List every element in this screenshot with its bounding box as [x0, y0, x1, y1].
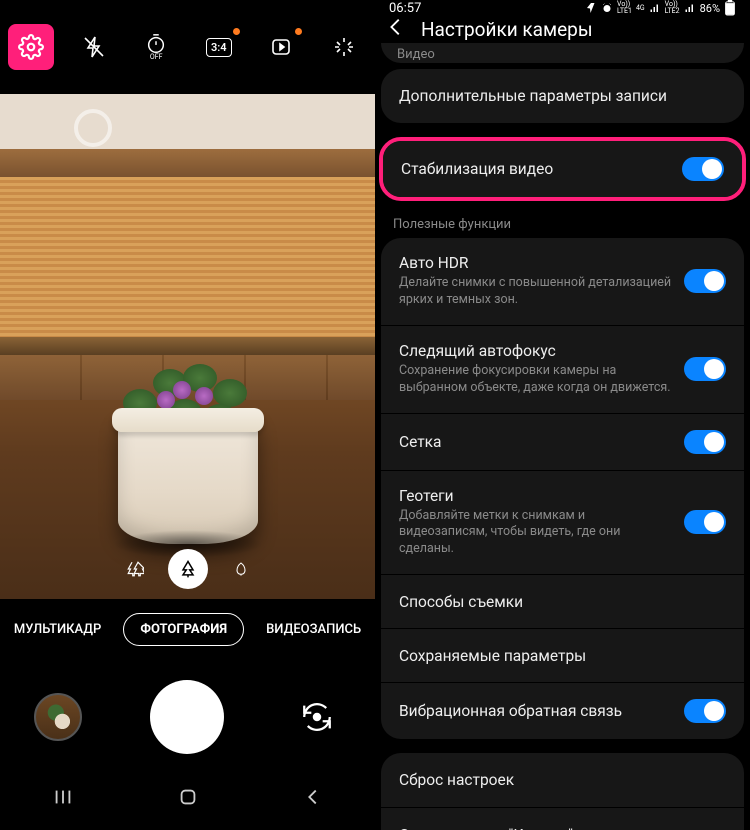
row-shooting-methods[interactable]: Способы съемки — [381, 574, 744, 628]
status-icons: Vo))LTE1 4G Vo))LTE2 86% — [585, 0, 736, 16]
zoom-wide[interactable] — [168, 549, 208, 589]
chevron-left-icon — [385, 16, 407, 38]
filters-icon — [332, 35, 356, 59]
row-title: Геотеги — [399, 487, 672, 505]
tree-icon — [126, 560, 144, 578]
back-icon — [302, 786, 324, 808]
toggle-haptic[interactable] — [684, 699, 726, 723]
toggle-grid[interactable] — [684, 430, 726, 454]
home-icon — [177, 786, 199, 808]
shutter-row — [0, 659, 375, 774]
camera-panel: OFF 3:4 — [0, 0, 375, 830]
leaf-icon — [233, 561, 249, 577]
nav-home[interactable] — [177, 786, 199, 812]
tree-icon — [178, 559, 198, 579]
row-video-stabilization[interactable]: Стабилизация видео — [383, 141, 742, 197]
toggle-tracking-af[interactable] — [684, 357, 726, 381]
row-title: Стабилизация видео — [401, 160, 670, 178]
zoom-selector — [120, 549, 256, 589]
settings-list[interactable]: Видео Дополнительные параметры записи Ст… — [375, 43, 750, 830]
toggle-geotags[interactable] — [684, 510, 726, 534]
zoom-tele[interactable] — [226, 554, 256, 584]
row-about[interactable]: О приложении "Камера" — [381, 807, 744, 830]
row-title: Сохраняемые параметры — [399, 647, 726, 665]
camera-top-toolbar: OFF 3:4 — [0, 0, 375, 94]
flash-button[interactable] — [71, 24, 117, 70]
signal-icon — [649, 2, 661, 14]
row-tracking-af[interactable]: Следящий автофокус Сохранение фокусировк… — [381, 325, 744, 413]
alarm-icon — [601, 2, 613, 14]
shutter-button[interactable] — [150, 680, 224, 754]
row-title: О приложении "Камера" — [399, 826, 726, 830]
gallery-thumbnail[interactable] — [34, 693, 82, 741]
ratio-icon: 3:4 — [206, 38, 232, 57]
motion-photo-icon — [269, 35, 293, 59]
toggle-auto-hdr[interactable] — [684, 269, 726, 293]
viewfinder-scene — [0, 94, 375, 599]
highlight-stabilization: Стабилизация видео — [379, 137, 746, 201]
location-icon — [585, 2, 597, 14]
motion-photo-button[interactable] — [258, 24, 304, 70]
settings-button[interactable] — [8, 24, 54, 70]
recent-icon — [52, 786, 74, 808]
mode-multi[interactable]: МУЛЬТИКАДР — [14, 622, 102, 637]
settings-panel: 06:57 Vo))LTE1 4G Vo))LTE2 86% Настройки… — [375, 0, 750, 830]
row-saved-params[interactable]: Сохраняемые параметры — [381, 628, 744, 682]
indicator-dot — [233, 28, 240, 35]
nav-recent[interactable] — [52, 786, 74, 812]
gear-icon — [18, 34, 44, 60]
back-button[interactable] — [385, 16, 407, 43]
settings-header: Настройки камеры — [375, 16, 750, 43]
status-bar: 06:57 Vo))LTE1 4G Vo))LTE2 86% — [375, 0, 750, 16]
row-title: Способы съемки — [399, 593, 726, 611]
footer-card: Сброс настроек О приложении "Камера" — [381, 753, 744, 830]
toggle-stabilization[interactable] — [682, 157, 724, 181]
indicator-dot — [295, 28, 302, 35]
section-label-video: Видео — [397, 47, 435, 62]
video-section-partial: Видео — [381, 43, 744, 63]
section-label-useful: Полезные функции — [375, 213, 750, 238]
focus-indicator — [74, 109, 112, 147]
row-extra-recording[interactable]: Дополнительные параметры записи — [381, 69, 744, 123]
mode-video[interactable]: ВИДЕОЗАПИСЬ — [266, 622, 361, 637]
row-title: Дополнительные параметры записи — [399, 87, 726, 105]
row-title: Авто HDR — [399, 254, 672, 272]
row-title: Сетка — [399, 433, 672, 451]
row-title: Сброс настроек — [399, 771, 726, 789]
useful-card: Авто HDR Делайте снимки с повышенной дет… — [381, 238, 744, 739]
row-subtitle: Делайте снимки с повышенной детализацией… — [399, 275, 672, 309]
zoom-ultrawide[interactable] — [120, 554, 150, 584]
row-grid[interactable]: Сетка — [381, 413, 744, 470]
mode-selector[interactable]: МУЛЬТИКАДР ФОТОГРАФИЯ ВИДЕОЗАПИСЬ — [0, 599, 375, 659]
row-title: Следящий автофокус — [399, 342, 672, 360]
ratio-button[interactable]: 3:4 — [196, 24, 242, 70]
battery-icon — [724, 0, 736, 16]
page-title: Настройки камеры — [421, 18, 593, 41]
row-reset[interactable]: Сброс настроек — [381, 753, 744, 807]
row-subtitle: Добавляйте метки к снимкам и видеозапися… — [399, 508, 672, 559]
camera-viewfinder[interactable] — [0, 94, 375, 599]
android-nav-bar — [0, 774, 375, 824]
battery-text: 86% — [700, 2, 720, 15]
signal-icon — [684, 2, 696, 14]
status-time: 06:57 — [389, 1, 421, 16]
row-auto-hdr[interactable]: Авто HDR Делайте снимки с повышенной дет… — [381, 238, 744, 325]
row-haptic[interactable]: Вибрационная обратная связь — [381, 682, 744, 739]
effects-button[interactable] — [321, 24, 367, 70]
video-card: Дополнительные параметры записи — [381, 69, 744, 123]
nav-back[interactable] — [302, 786, 324, 812]
timer-off-icon — [145, 33, 167, 55]
row-subtitle: Сохранение фокусировки камеры на выбранн… — [399, 363, 672, 397]
row-title: Вибрационная обратная связь — [399, 702, 672, 720]
row-geotags[interactable]: Геотеги Добавляйте метки к снимкам и вид… — [381, 470, 744, 575]
switch-camera-icon — [300, 700, 334, 734]
mode-photo[interactable]: ФОТОГРАФИЯ — [123, 613, 244, 646]
switch-camera-button[interactable] — [293, 693, 341, 741]
flash-off-icon — [82, 35, 106, 59]
timer-button[interactable]: OFF — [133, 24, 179, 70]
